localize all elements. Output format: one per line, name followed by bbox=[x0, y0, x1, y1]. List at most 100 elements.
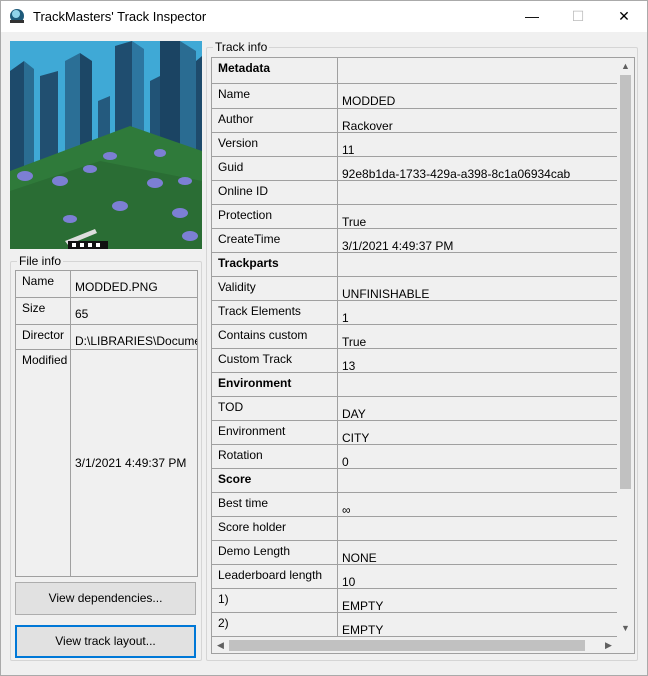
track-info-value bbox=[339, 58, 617, 83]
track-info-row[interactable]: Demo Length NONE bbox=[212, 541, 617, 565]
track-info-key: Environment bbox=[212, 421, 338, 444]
track-info-section-row[interactable]: Score bbox=[212, 469, 617, 493]
track-info-value bbox=[339, 517, 617, 540]
track-info-value: 3/1/2021 4:49:37 PM bbox=[342, 239, 454, 252]
track-info-key: Author bbox=[212, 109, 338, 132]
track-info-value: DAY bbox=[342, 407, 366, 420]
close-button[interactable]: ✕ bbox=[601, 1, 647, 32]
track-info-key: Track Elements bbox=[212, 301, 338, 324]
track-info-value: True bbox=[342, 335, 367, 348]
window-title: TrackMasters' Track Inspector bbox=[33, 9, 207, 24]
track-info-row[interactable]: Leaderboard length 10 bbox=[212, 565, 617, 589]
track-info-section-title: Metadata bbox=[212, 58, 338, 83]
track-info-value: UNFINISHABLE bbox=[342, 287, 430, 300]
track-info-value: EMPTY bbox=[342, 599, 384, 612]
horizontal-scroll-thumb[interactable] bbox=[229, 640, 585, 651]
file-info-value: 3/1/2021 4:49:37 PM bbox=[75, 456, 187, 470]
track-info-value: 13 bbox=[342, 359, 356, 372]
track-info-section-title: Trackparts bbox=[212, 253, 338, 276]
track-info-key: 1) bbox=[212, 589, 338, 612]
scroll-down-arrow-icon[interactable]: ▼ bbox=[617, 620, 634, 637]
track-info-row[interactable]: Score holder bbox=[212, 517, 617, 541]
track-info-key: Protection bbox=[212, 205, 338, 228]
vertical-scroll-thumb[interactable] bbox=[620, 75, 631, 489]
track-info-row[interactable]: TOD DAY bbox=[212, 397, 617, 421]
file-info-key: Name bbox=[16, 271, 71, 297]
file-info-key: Size bbox=[16, 298, 71, 324]
track-info-row[interactable]: Author Rackover bbox=[212, 109, 617, 133]
track-info-row[interactable]: Validity UNFINISHABLE bbox=[212, 277, 617, 301]
track-info-grid[interactable]: Metadata Name MODDED Author Rackover Version 1… bbox=[211, 57, 635, 654]
track-info-key: Contains custom bbox=[212, 325, 338, 348]
track-info-section-row[interactable]: Trackparts bbox=[212, 253, 617, 277]
track-info-section-row[interactable]: Metadata bbox=[212, 58, 617, 84]
track-info-value: MODDED bbox=[342, 94, 396, 108]
track-info-row[interactable]: Track Elements 1 bbox=[212, 301, 617, 325]
track-info-row[interactable]: Rotation 0 bbox=[212, 445, 617, 469]
scroll-left-arrow-icon[interactable]: ◀ bbox=[212, 637, 229, 653]
file-info-key: Director bbox=[16, 325, 71, 349]
track-info-key: Leaderboard length bbox=[212, 565, 338, 588]
track-info-key: Guid bbox=[212, 157, 338, 180]
track-info-row[interactable]: Environment CITY bbox=[212, 421, 617, 445]
track-info-group: Track info Metadata Name MODDED Author Racko… bbox=[206, 40, 638, 661]
track-info-value: 1 bbox=[342, 311, 349, 324]
track-info-value: NONE bbox=[342, 551, 377, 564]
file-info-row[interactable]: Size 65 bbox=[16, 298, 197, 325]
track-info-row[interactable]: Online ID bbox=[212, 181, 617, 205]
file-info-key: Modified bbox=[16, 350, 71, 576]
track-info-row[interactable]: Version 11 bbox=[212, 133, 617, 157]
scroll-right-arrow-icon[interactable]: ▶ bbox=[600, 637, 617, 653]
track-info-section-row[interactable]: Environment bbox=[212, 373, 617, 397]
title-bar[interactable]: TrackMasters' Track Inspector — ☐ ✕ bbox=[1, 1, 647, 32]
app-icon bbox=[10, 9, 24, 23]
track-info-value: EMPTY bbox=[342, 623, 384, 636]
track-info-value bbox=[339, 181, 617, 204]
track-info-row[interactable]: CreateTime 3/1/2021 4:49:37 PM bbox=[212, 229, 617, 253]
track-info-key: 2) bbox=[212, 613, 338, 636]
view-dependencies-button[interactable]: View dependencies... bbox=[15, 582, 196, 615]
file-info-value: D:\LIBRARIES\Documer bbox=[75, 334, 197, 348]
track-info-value: 92e8b1da-1733-429a-a398-8c1a06934cab bbox=[342, 167, 571, 180]
view-track-layout-button[interactable]: View track layout... bbox=[15, 625, 196, 658]
file-info-label: File info bbox=[17, 254, 64, 268]
file-info-value: 65 bbox=[75, 307, 89, 321]
track-info-row[interactable]: Name MODDED bbox=[212, 84, 617, 109]
track-info-row[interactable]: Guid 92e8b1da-1733-429a-a398-8c1a06934cab bbox=[212, 157, 617, 181]
track-info-key: Name bbox=[212, 84, 338, 108]
track-info-value: 10 bbox=[342, 575, 356, 588]
track-info-section-title: Environment bbox=[212, 373, 338, 396]
track-info-row[interactable]: 2) EMPTY bbox=[212, 613, 617, 637]
track-info-key: CreateTime bbox=[212, 229, 338, 252]
track-info-key: Rotation bbox=[212, 445, 338, 468]
track-info-value: 0 bbox=[342, 455, 349, 468]
track-info-key: Validity bbox=[212, 277, 338, 300]
file-info-row[interactable]: Name MODDED.PNG bbox=[16, 271, 197, 298]
track-info-value: 11 bbox=[342, 143, 355, 156]
track-info-key: Score holder bbox=[212, 517, 338, 540]
track-info-row[interactable]: Custom Track 13 bbox=[212, 349, 617, 373]
track-info-row[interactable]: Contains custom True bbox=[212, 325, 617, 349]
track-info-row[interactable]: Protection True bbox=[212, 205, 617, 229]
track-info-value bbox=[339, 373, 617, 396]
track-info-key: Demo Length bbox=[212, 541, 338, 564]
horizontal-scrollbar[interactable]: ◀ ▶ bbox=[212, 637, 617, 653]
file-info-row[interactable]: Modified 3/1/2021 4:49:37 PM bbox=[16, 350, 197, 576]
track-preview-image bbox=[10, 41, 202, 249]
file-info-row[interactable]: Director D:\LIBRARIES\Documer bbox=[16, 325, 197, 350]
scroll-up-arrow-icon[interactable]: ▲ bbox=[617, 58, 634, 75]
maximize-button[interactable]: ☐ bbox=[555, 1, 601, 32]
track-info-label: Track info bbox=[213, 40, 270, 54]
vertical-scrollbar[interactable]: ▲ ▼ bbox=[617, 58, 634, 637]
track-info-row[interactable]: 1) EMPTY bbox=[212, 589, 617, 613]
track-info-value: Rackover bbox=[342, 119, 393, 132]
file-info-grid[interactable]: Name MODDED.PNG Size 65 Director D:\LIBR… bbox=[15, 270, 198, 577]
track-info-value bbox=[339, 253, 617, 276]
minimize-button[interactable]: — bbox=[509, 1, 555, 32]
track-info-row[interactable]: Best time ∞ bbox=[212, 493, 617, 517]
track-info-section-title: Score bbox=[212, 469, 338, 492]
track-info-value: CITY bbox=[342, 431, 370, 444]
track-info-key: Best time bbox=[212, 493, 338, 516]
track-info-key: Online ID bbox=[212, 181, 338, 204]
file-info-value: MODDED.PNG bbox=[75, 280, 158, 294]
